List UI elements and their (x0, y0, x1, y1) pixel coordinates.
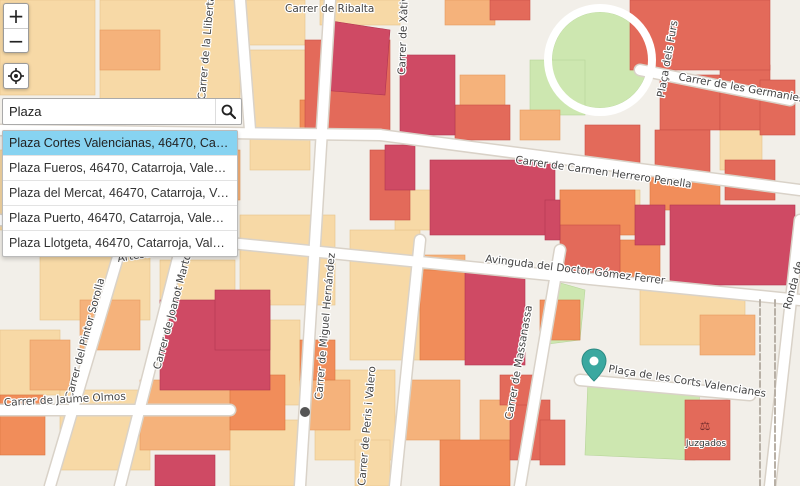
search-button[interactable] (215, 99, 241, 124)
street-label: Carrer de Ribalta (285, 3, 374, 15)
search-result-item[interactable]: Plaza del Mercat, 46470, Catarroja, Vale… (3, 181, 237, 206)
search-result-item[interactable]: Plaza Puerto, 46470, Catarroja, Valencia… (3, 206, 237, 231)
zoom-out-button[interactable]: − (4, 28, 28, 53)
zoom-control: + − (3, 3, 29, 53)
search-results-list: Plaza Cortes Valencianas, 46470, Catarro… (2, 130, 238, 257)
search-box (2, 98, 242, 125)
search-result-item[interactable]: Plaza Cortes Valencianas, 46470, Catarro… (3, 131, 237, 156)
monument-icon (300, 407, 310, 417)
locate-button[interactable] (3, 63, 29, 89)
poi-court-label: Juzgados (685, 439, 727, 449)
search-input[interactable] (3, 99, 215, 124)
scales-icon: ⚖ (700, 419, 711, 433)
search-result-item[interactable]: Plaza Llotgeta, 46470, Catarroja, Valenc… (3, 231, 237, 256)
poi-monument[interactable] (300, 407, 310, 417)
crosshair-icon (8, 68, 24, 84)
map-pin-icon (581, 348, 607, 382)
zoom-in-button[interactable]: + (4, 4, 28, 28)
search-result-item[interactable]: Plaza Fueros, 46470, Catarroja, Valencia… (3, 156, 237, 181)
search-icon (221, 104, 236, 119)
location-marker[interactable] (581, 348, 607, 382)
